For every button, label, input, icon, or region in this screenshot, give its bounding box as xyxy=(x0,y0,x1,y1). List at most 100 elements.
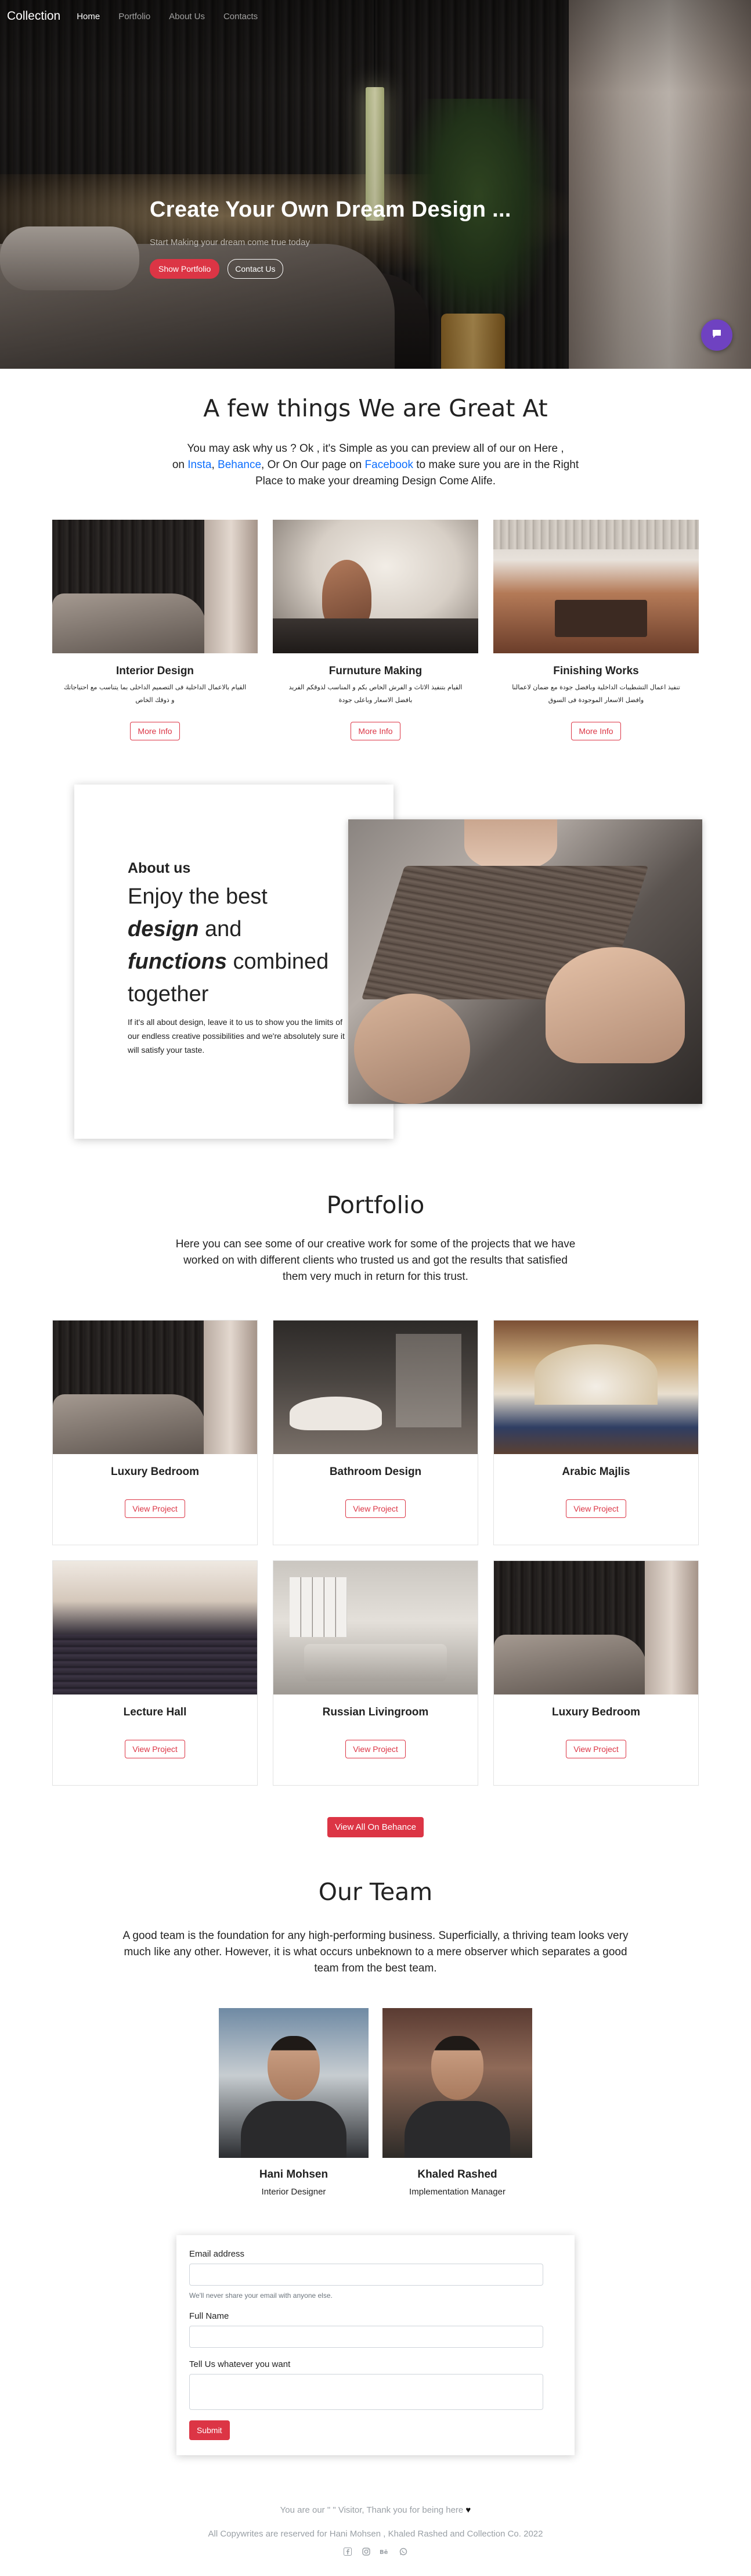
top-navbar: Collection Home Portfolio About Us Conta… xyxy=(0,0,751,33)
about-headline-1: Enjoy the best xyxy=(128,884,268,909)
project-title: Luxury Bedroom xyxy=(110,1466,200,1478)
team-member-card: Khaled Rashed Implementation Manager xyxy=(382,2008,532,2197)
project-image-russian-livingroom xyxy=(273,1561,478,1694)
project-card: Lecture Hall View Project xyxy=(52,1560,258,1786)
behance-icon[interactable]: Bē xyxy=(379,2546,391,2557)
message-label: Tell Us whatever you want xyxy=(189,2359,291,2369)
service-title: Furnuture Making xyxy=(328,665,423,677)
nav-link-contacts[interactable]: Contacts xyxy=(223,12,258,21)
project-card: Luxury Bedroom View Project xyxy=(493,1560,699,1786)
show-portfolio-button[interactable]: Show Portfolio xyxy=(150,259,220,279)
about-headline: Enjoy the best design and functions comb… xyxy=(128,880,354,1010)
service-card: Interior Design القيام بالاعمال الداخلية… xyxy=(52,520,258,740)
about-headline-functions: functions xyxy=(128,949,227,974)
full-name-field[interactable] xyxy=(189,2326,543,2348)
project-card: Bathroom Design View Project xyxy=(273,1320,478,1545)
service-image-finishing-works xyxy=(493,520,699,653)
photo-body xyxy=(405,2101,510,2158)
portfolio-grid: Luxury Bedroom View Project Bathroom Des… xyxy=(0,1320,751,1786)
services-lead-comma: , xyxy=(211,459,218,471)
project-card: Arabic Majlis View Project xyxy=(493,1320,699,1545)
project-title: Luxury Bedroom xyxy=(551,1706,641,1718)
about-card: About us Enjoy the best design and funct… xyxy=(74,785,393,1139)
view-project-button[interactable]: View Project xyxy=(566,1740,626,1758)
hero-buttons: Show Portfolio Contact Us xyxy=(150,259,511,279)
more-info-button[interactable]: More Info xyxy=(130,722,180,740)
service-title: Interior Design xyxy=(115,665,194,677)
service-card: Furnuture Making القيام بتنفيذ الاثاث و … xyxy=(273,520,478,740)
about-image-chair xyxy=(464,819,557,872)
view-project-button[interactable]: View Project xyxy=(345,1499,406,1518)
more-info-button[interactable]: More Info xyxy=(571,722,621,740)
more-info-button[interactable]: More Info xyxy=(351,722,400,740)
email-field[interactable] xyxy=(189,2264,543,2286)
view-project-button[interactable]: View Project xyxy=(125,1499,185,1518)
hero-content: Create Your Own Dream Design ... Start M… xyxy=(150,197,511,279)
instagram-icon[interactable] xyxy=(360,2546,372,2557)
facebook-link[interactable]: Facebook xyxy=(365,459,413,471)
nav-link-portfolio[interactable]: Portfolio xyxy=(118,12,150,21)
footer: You are our " " Visitor, Thank you for b… xyxy=(0,2505,751,2575)
project-image-lecture-hall xyxy=(53,1561,257,1694)
project-image-luxury-bedroom xyxy=(494,1561,698,1694)
service-description: القيام بتنفيذ الاثاث و الفرش الخاص بكم و… xyxy=(288,683,463,704)
about-image-chair xyxy=(354,994,470,1104)
team-members: Hani Mohsen Interior Designer Khaled Ras… xyxy=(0,2008,751,2197)
services-lead-mid: , Or On Our page on xyxy=(261,459,365,471)
view-project-button[interactable]: View Project xyxy=(345,1740,406,1758)
brand-logo[interactable]: Collection xyxy=(7,9,60,23)
about-section: About us Enjoy the best design and funct… xyxy=(0,785,751,1139)
team-member-role: Interior Designer xyxy=(261,2187,326,2197)
about-label: About us xyxy=(128,860,191,876)
chat-button[interactable] xyxy=(701,319,732,351)
email-group: Email address We'll never share your ema… xyxy=(189,2249,562,2300)
portfolio-section: Portfolio Here you can see some of our c… xyxy=(0,1139,751,1837)
team-title: Our Team xyxy=(318,1878,433,1906)
services-cards: Interior Design القيام بالاعمال الداخلية… xyxy=(0,520,751,740)
view-all-behance-button[interactable]: View All On Behance xyxy=(327,1817,424,1837)
project-title: Russian Livingroom xyxy=(322,1706,429,1718)
about-image-dining xyxy=(348,819,702,1104)
chat-bubble-icon xyxy=(711,328,723,342)
project-title: Arabic Majlis xyxy=(562,1466,630,1478)
portfolio-lead: Here you can see some of our creative wo… xyxy=(175,1238,576,1283)
services-lead-on: on xyxy=(172,459,188,471)
services-section: A few things We are Great At You may ask… xyxy=(0,369,751,740)
copyright-text: All Copywrites are reserved for Hani Moh… xyxy=(208,2529,543,2539)
behance-link[interactable]: Behance xyxy=(218,459,261,471)
submit-button[interactable]: Submit xyxy=(189,2420,230,2440)
service-description: القيام بالاعمال الداخلية فى التصميم الدا… xyxy=(63,683,247,704)
insta-link[interactable]: Insta xyxy=(187,459,211,471)
whatsapp-icon[interactable] xyxy=(398,2546,409,2557)
project-image-bathroom xyxy=(273,1321,478,1454)
name-group: Full Name xyxy=(189,2311,562,2348)
team-lead: A good team is the foundation for any hi… xyxy=(122,1930,629,1974)
contact-us-button[interactable]: Contact Us xyxy=(228,259,283,279)
portfolio-title: Portfolio xyxy=(326,1191,425,1219)
service-description: تنفيذ اعمال التشطيبات الداخلية وبافضل جو… xyxy=(512,683,680,704)
view-project-button[interactable]: View Project xyxy=(566,1499,626,1518)
service-image-interior-design xyxy=(52,520,258,653)
about-body: If it's all about design, leave it to us… xyxy=(128,1017,345,1055)
email-label: Email address xyxy=(189,2249,245,2259)
photo-body xyxy=(241,2101,346,2158)
team-member-name: Hani Mohsen xyxy=(259,2168,328,2181)
nav-link-home[interactable]: Home xyxy=(77,12,100,21)
project-title: Lecture Hall xyxy=(123,1706,187,1718)
nav-link-about-us[interactable]: About Us xyxy=(169,12,205,21)
view-project-button[interactable]: View Project xyxy=(125,1740,185,1758)
heart-icon: ♥ xyxy=(465,2505,471,2515)
svg-text:Bē: Bē xyxy=(380,2549,388,2555)
service-card: Finishing Works تنفيذ اعمال التشطيبات ال… xyxy=(493,520,699,740)
message-field[interactable] xyxy=(189,2374,543,2410)
full-name-label: Full Name xyxy=(189,2311,229,2321)
services-title: A few things We are Great At xyxy=(203,394,548,422)
about-image-chair xyxy=(546,947,685,1063)
project-card: Russian Livingroom View Project xyxy=(273,1560,478,1786)
about-headline-and: and xyxy=(198,917,242,941)
services-lead-line-1: You may ask why us ? Ok , it's Simple as… xyxy=(187,442,564,455)
team-section: Our Team A good team is the foundation f… xyxy=(0,1837,751,2197)
hero-section: Collection Home Portfolio About Us Conta… xyxy=(0,0,751,369)
facebook-icon[interactable] xyxy=(342,2546,353,2557)
hero-title: Create Your Own Dream Design ... xyxy=(150,197,511,222)
